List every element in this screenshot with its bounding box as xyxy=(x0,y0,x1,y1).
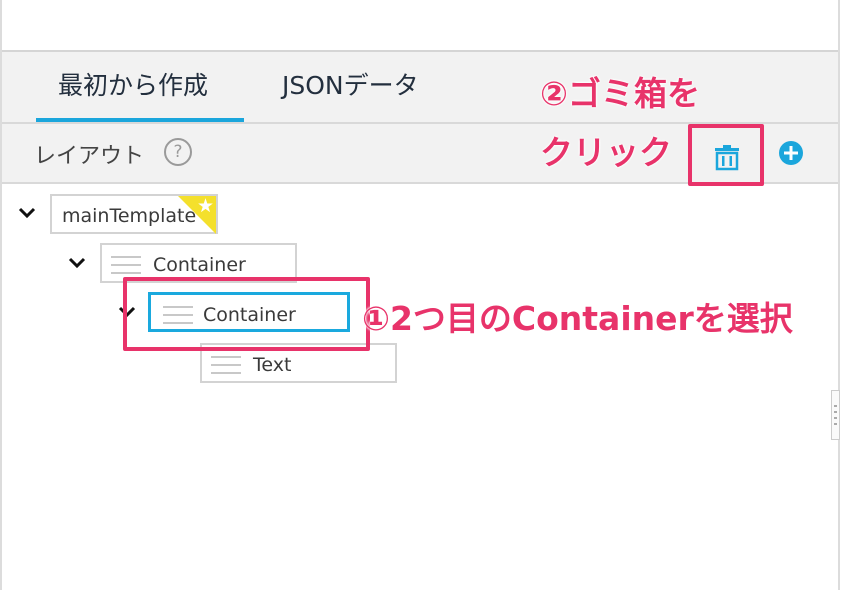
right-border xyxy=(838,0,840,590)
tab-bar: 最初から作成 JSONデータ xyxy=(2,52,838,124)
annotation-step2-line1: ②ゴミ箱を xyxy=(540,74,700,113)
selection-highlight-box xyxy=(123,277,370,351)
layout-toolbar: レイアウト ? xyxy=(2,124,838,186)
tree-node-main-template[interactable]: mainTemplate ★ xyxy=(50,194,218,234)
node-label: Text xyxy=(253,354,292,376)
node-label: mainTemplate xyxy=(62,205,197,227)
add-icon[interactable] xyxy=(778,140,804,166)
star-icon: ★ xyxy=(196,195,214,217)
annotation-step2-line2: クリック xyxy=(540,133,672,172)
top-panel xyxy=(2,0,838,52)
drag-handle-icon xyxy=(211,356,241,380)
chevron-down-icon[interactable] xyxy=(18,206,36,220)
layout-label: レイアウト xyxy=(34,144,145,169)
trash-icon xyxy=(715,145,739,171)
help-icon[interactable]: ? xyxy=(164,138,192,166)
node-label: Container xyxy=(153,254,246,276)
delete-button[interactable] xyxy=(688,124,764,186)
tab-create-from-scratch[interactable]: 最初から作成 xyxy=(36,66,244,122)
annotation-step1: ①2つ目のContainerを選択 xyxy=(362,299,793,338)
tab-json-data[interactable]: JSONデータ xyxy=(282,66,419,122)
chevron-down-icon[interactable] xyxy=(68,256,86,270)
resize-handle[interactable] xyxy=(831,390,840,440)
